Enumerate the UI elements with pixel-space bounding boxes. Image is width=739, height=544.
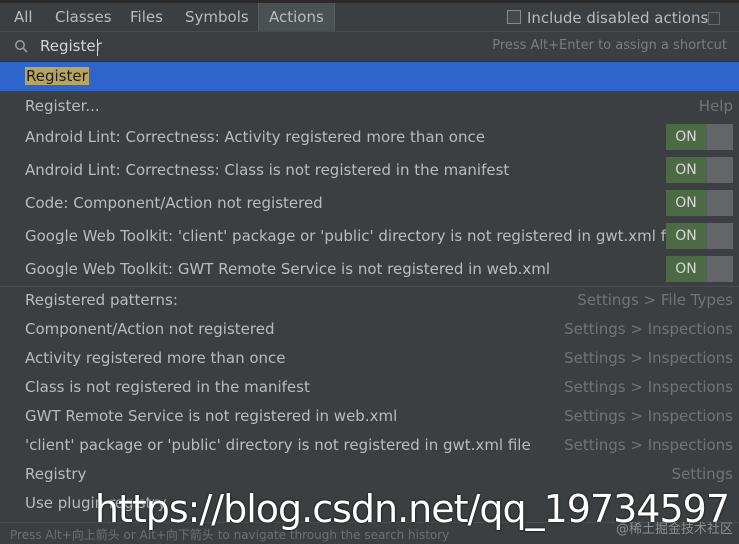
on-off-toggle[interactable]: ON <box>666 157 733 183</box>
result-row[interactable]: Registered patterns: Settings > File Typ… <box>0 287 739 316</box>
result-label: Code: Component/Action not registered <box>25 194 323 212</box>
result-category: Settings > File Types <box>577 291 733 309</box>
result-label: GWT Remote Service is not registered in … <box>25 407 398 425</box>
result-category: Settings > Inspections <box>564 436 733 454</box>
on-off-toggle[interactable]: ON <box>666 223 733 249</box>
result-label: Register <box>25 67 89 85</box>
result-row[interactable]: Android Lint: Correctness: Class is not … <box>0 154 739 187</box>
result-row[interactable]: 'client' package or 'public' directory i… <box>0 432 739 461</box>
result-label: Component/Action not registered <box>25 320 275 338</box>
tab-symbols[interactable]: Symbols <box>175 3 259 31</box>
result-label: Google Web Toolkit: GWT Remote Service i… <box>25 260 551 278</box>
result-category: Settings > Inspections <box>564 378 733 396</box>
include-disabled-label: Include disabled actions <box>527 9 709 27</box>
include-disabled-checkbox[interactable]: Include disabled actions <box>507 8 708 28</box>
result-row[interactable]: Component/Action not registered Settings… <box>0 316 739 345</box>
result-category: Help <box>698 97 733 115</box>
result-row[interactable]: Activity registered more than once Setti… <box>0 345 739 374</box>
result-category: Settings > Inspections <box>564 349 733 367</box>
tab-files[interactable]: Files <box>120 3 173 31</box>
result-label: Activity registered more than once <box>25 349 286 367</box>
result-category: Settings <box>671 465 733 483</box>
on-off-toggle[interactable]: ON <box>666 124 733 150</box>
result-label: Register... <box>25 97 100 115</box>
result-category: Settings > Inspections <box>564 320 733 338</box>
result-category: Settings > Inspections <box>564 407 733 425</box>
result-row[interactable]: Registry Settings <box>0 461 739 490</box>
result-label: Android Lint: Correctness: Activity regi… <box>25 128 485 146</box>
result-row[interactable]: Android Lint: Correctness: Activity regi… <box>0 121 739 154</box>
tab-all[interactable]: All <box>4 3 43 31</box>
checkbox-icon[interactable] <box>507 9 521 24</box>
on-off-toggle[interactable]: ON <box>666 190 733 216</box>
shortcut-hint: Press Alt+Enter to assign a shortcut <box>492 38 727 53</box>
result-row[interactable]: Register... Help <box>0 91 739 121</box>
tab-classes[interactable]: Classes <box>45 3 122 31</box>
on-off-toggle[interactable]: ON <box>666 256 733 282</box>
result-row-selected[interactable]: Register <box>0 62 739 91</box>
result-label: Android Lint: Correctness: Class is not … <box>25 161 510 179</box>
pin-window-icon[interactable] <box>708 12 720 25</box>
tab-actions[interactable]: Actions <box>258 3 335 31</box>
result-row[interactable]: Google Web Toolkit: 'client' package or … <box>0 220 739 253</box>
result-row[interactable]: Code: Component/Action not registered ON <box>0 187 739 220</box>
search-bar: Press Alt+Enter to assign a shortcut <box>0 31 739 62</box>
text-caret <box>97 39 98 56</box>
search-icon <box>15 40 28 53</box>
result-label: 'client' package or 'public' directory i… <box>25 436 531 454</box>
search-tabs: All Classes Files Symbols Actions Includ… <box>0 3 739 31</box>
result-label: Registered patterns: <box>25 291 178 309</box>
results-list: Register Register... Help Android Lint: … <box>0 61 739 521</box>
result-row[interactable]: GWT Remote Service is not registered in … <box>0 403 739 432</box>
result-row[interactable]: Google Web Toolkit: GWT Remote Service i… <box>0 253 739 286</box>
result-label: Class is not registered in the manifest <box>25 378 310 396</box>
search-input[interactable] <box>38 34 400 58</box>
result-row[interactable]: Class is not registered in the manifest … <box>0 374 739 403</box>
watermark-brand: @稀土掘金技术社区 <box>615 522 733 537</box>
result-label: Google Web Toolkit: 'client' package or … <box>25 227 684 245</box>
result-label: Registry <box>25 465 87 483</box>
